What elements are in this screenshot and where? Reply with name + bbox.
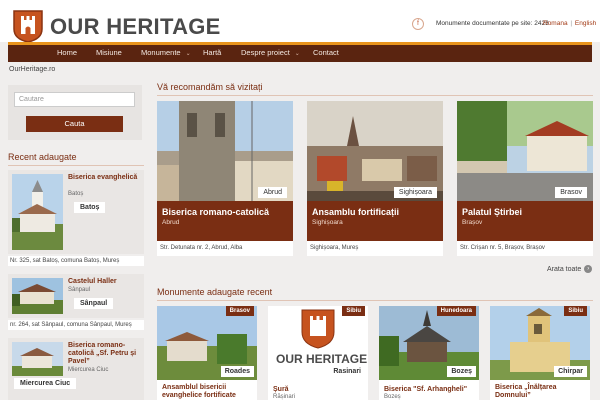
location-tag[interactable]: Bozeș bbox=[447, 366, 476, 377]
nav-label: Contact bbox=[313, 48, 339, 57]
monument-card[interactable]: OUR HERITAGE Sibiu Rasinari Șură Rășinar… bbox=[268, 306, 368, 400]
recommend-title-text[interactable]: Biserica romano-catolică bbox=[162, 207, 292, 217]
documented-count: Monumente documentate pe site: 2423 bbox=[436, 20, 549, 27]
location-tag[interactable]: Brasov bbox=[555, 187, 587, 198]
recent-item[interactable]: Biserica evanghelică Batoș Batoș bbox=[8, 170, 144, 254]
recommend-address: Str. Crișan nr. 5, Brașov, Brașov bbox=[460, 245, 545, 251]
location-tag[interactable]: Sânpaul bbox=[74, 298, 114, 309]
nav-home[interactable]: Home bbox=[57, 48, 77, 57]
recent-item-name[interactable]: Biserica romano-catolică „Sf. Petru și P… bbox=[68, 342, 142, 366]
recent-item-location: Sânpaul bbox=[68, 287, 91, 293]
location-tag[interactable]: Abrud bbox=[258, 187, 287, 198]
show-all-link[interactable]: Arata toate › bbox=[547, 265, 593, 273]
language-switcher: Romana | English bbox=[543, 20, 596, 27]
recent-item-location: Batoș bbox=[68, 191, 84, 197]
recommend-title: Vă recomandăm să vizitați bbox=[157, 82, 263, 92]
chevron-down-icon: ⌄ bbox=[294, 51, 300, 57]
nav-misiune[interactable]: Misiune bbox=[96, 48, 122, 57]
divider bbox=[157, 300, 593, 301]
lang-english-link[interactable]: English bbox=[575, 20, 596, 27]
recommend-card[interactable]: Abrud Biserica romano-catolică Abrud Str… bbox=[157, 101, 293, 256]
search-input[interactable]: Cautare bbox=[14, 92, 135, 107]
lang-separator: | bbox=[570, 20, 573, 27]
nav-harta[interactable]: Hartă bbox=[203, 48, 221, 57]
recommend-address: Sighișoara, Mureș bbox=[310, 245, 359, 251]
nav-despre[interactable]: Despre proiect ⌄ bbox=[241, 48, 300, 57]
recent-item[interactable]: Biserica romano-catolică „Sf. Petru și P… bbox=[8, 338, 144, 400]
location-tag[interactable]: Rasinari bbox=[329, 366, 365, 377]
recommend-band: Ansamblu fortificații Sighișoara bbox=[307, 201, 443, 241]
monument-name[interactable]: Ansamblul bisericii evanghelice fortific… bbox=[162, 384, 257, 399]
recent-title: Recent adaugate bbox=[8, 152, 77, 162]
site-header: OUR HERITAGE f Monumente documentate pe … bbox=[0, 0, 600, 43]
recommend-subtitle: Brașov bbox=[462, 219, 483, 226]
divider bbox=[8, 165, 144, 166]
church-tower-photo bbox=[157, 101, 293, 201]
chevron-down-icon: ⌄ bbox=[185, 51, 191, 57]
recommend-subtitle: Abrud bbox=[162, 219, 180, 226]
county-badge[interactable]: Brasov bbox=[225, 306, 254, 316]
recommend-title-text[interactable]: Palatul Știrbei bbox=[462, 207, 592, 217]
recent-item-address: Nr. 325, sat Batoș, comuna Batoș, Mureș bbox=[8, 256, 144, 266]
divider bbox=[157, 95, 593, 96]
recent-item-location: Miercurea Ciuc bbox=[68, 367, 109, 373]
monument-name[interactable]: Șură bbox=[273, 386, 368, 394]
recommend-band: Biserica romano-catolică Abrud bbox=[157, 201, 293, 241]
palace-photo bbox=[457, 101, 593, 201]
monument-card[interactable]: Brasov Roades Ansamblul bisericii evangh… bbox=[157, 306, 257, 400]
recommend-card[interactable]: Sighișoara Ansamblu fortificații Sighișo… bbox=[307, 101, 443, 256]
monument-location: Bozeș bbox=[384, 394, 401, 400]
search-button[interactable]: Cauta bbox=[26, 116, 123, 132]
recommend-address: Str. Detunata nr. 2, Abrud, Alba bbox=[160, 245, 243, 251]
recent-item-name[interactable]: Castelul Haller bbox=[68, 278, 142, 286]
location-tag[interactable]: Chirpar bbox=[554, 366, 587, 377]
nav-label: Monumente bbox=[141, 48, 181, 57]
lang-romana-link[interactable]: Romana bbox=[543, 20, 568, 27]
county-badge[interactable]: Sibiu bbox=[564, 306, 587, 316]
location-tag[interactable]: Roades bbox=[220, 366, 254, 377]
county-badge[interactable]: Sibiu bbox=[342, 306, 365, 316]
monument-card[interactable]: Sibiu Chirpar Biserica „Înălțarea Domnul… bbox=[490, 306, 590, 400]
nav-label: Despre proiect bbox=[241, 48, 290, 57]
castle-photo bbox=[12, 278, 63, 314]
location-tag[interactable]: Sighișoara bbox=[393, 187, 437, 198]
monuments-title: Monumente adaugate recent bbox=[157, 287, 273, 297]
monument-location: Rășinari bbox=[273, 394, 296, 400]
church-photo bbox=[12, 342, 63, 376]
nav-label: Home bbox=[57, 48, 78, 57]
monument-card[interactable]: Hunedoara Bozeș Biserica "Sf. Arhangheli… bbox=[379, 306, 479, 400]
recent-item-name[interactable]: Biserica evanghelică bbox=[68, 174, 142, 182]
fortress-photo bbox=[307, 101, 443, 201]
nav-contact[interactable]: Contact bbox=[313, 48, 339, 57]
location-tag[interactable]: Miercurea Ciuc bbox=[14, 378, 77, 389]
location-tag[interactable]: Batoș bbox=[74, 202, 106, 213]
main-nav: Home Misiune Monumente ⌄ Hartă Despre pro… bbox=[8, 42, 592, 62]
nav-label: Hartă bbox=[203, 48, 222, 57]
recommend-title-text[interactable]: Ansamblu fortificații bbox=[312, 207, 442, 217]
arrow-right-icon: › bbox=[584, 265, 593, 273]
heritage-logo-icon[interactable] bbox=[12, 9, 44, 43]
recommend-card[interactable]: Brasov Palatul Știrbei Brașov Str. Crișa… bbox=[457, 101, 593, 256]
monument-name[interactable]: Biserica "Sf. Arhangheli" bbox=[384, 386, 479, 394]
recommend-subtitle: Sighișoara bbox=[312, 219, 343, 226]
recent-item-address: nr. 264, sat Sânpaul, comuna Sânpaul, Mu… bbox=[8, 320, 144, 330]
church-photo bbox=[12, 174, 63, 250]
nav-monumente[interactable]: Monumente ⌄ bbox=[141, 48, 191, 57]
site-brand[interactable]: OUR HERITAGE bbox=[50, 14, 221, 40]
recent-item[interactable]: Castelul Haller Sânpaul Sânpaul bbox=[8, 274, 144, 318]
placeholder-brand: OUR HERITAGE bbox=[276, 352, 368, 366]
show-all-label: Arata toate bbox=[547, 265, 582, 273]
recommend-band: Palatul Știrbei Brașov bbox=[457, 201, 593, 241]
search-panel: Cautare Cauta bbox=[8, 85, 142, 140]
nav-label: Misiune bbox=[96, 48, 122, 57]
monument-name[interactable]: Biserica „Înălțarea Domnului” bbox=[495, 384, 590, 399]
county-badge[interactable]: Hunedoara bbox=[436, 306, 476, 316]
facebook-icon[interactable]: f bbox=[412, 18, 424, 30]
breadcrumb[interactable]: OurHeritage.ro bbox=[9, 66, 55, 73]
